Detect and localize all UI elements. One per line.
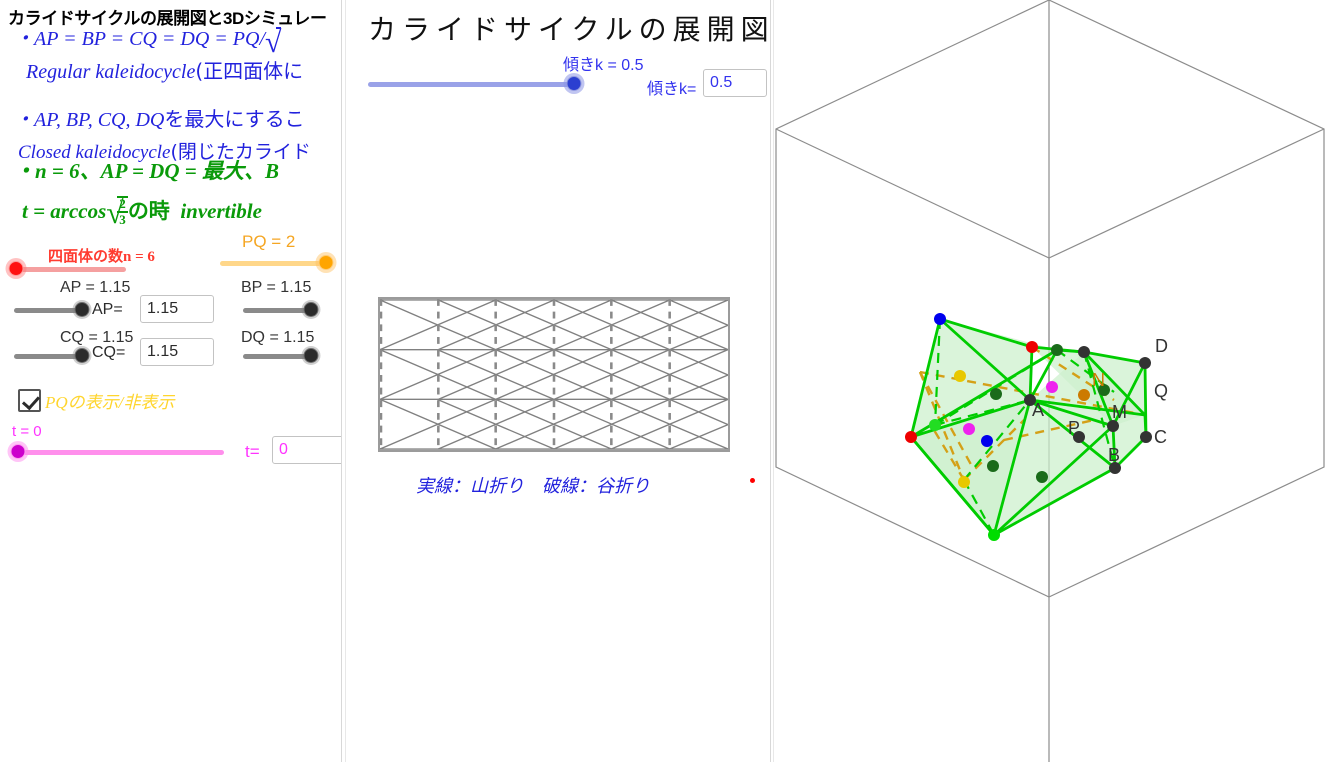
slider-n[interactable] [8,261,126,277]
note-line-5: ・n = 6、AP = DQ = 最大、B [14,159,279,183]
net-legend-caption: 実線：山折り 破線：谷折り [416,476,650,496]
pq-visibility-label: PQの表示/非表示 [45,393,175,412]
net-svg [380,299,728,450]
slider-dq-knob[interactable] [303,348,319,363]
slider-dq-caption: DQ = 1.15 [241,329,315,346]
kaleidocycle-3d-scene[interactable]: A B C D M N P Q [774,0,1331,762]
vertex-darkgreen-4 [1036,471,1048,483]
vertex-yellow-lower [958,476,970,488]
slider-pq-caption: PQ = 2 [242,232,296,251]
slider-t-track[interactable] [14,450,224,455]
vertex-red-left [905,431,917,443]
note-line-3: ・AP, BP, CQ, DQを最大にするこ [14,107,305,131]
slider-k-knob[interactable] [566,76,582,91]
slider-t-caption: t = 0 [12,423,42,440]
ap-input-label: AP= [92,301,123,318]
slider-bp[interactable] [243,302,319,318]
slider-bp-knob[interactable] [303,302,319,317]
vertex-darkgreen-3 [987,460,999,472]
label-P: P [1068,418,1080,438]
label-C: C [1154,427,1167,447]
vertex-green-left [929,419,941,431]
vertex-darkgreen-2 [990,388,1002,400]
cq-input-field[interactable]: 1.15 [140,338,214,366]
vertex-blue-mid [981,435,993,447]
slider-n-knob[interactable] [8,261,24,276]
slider-cq-knob[interactable] [74,348,90,363]
label-D: D [1155,336,1168,356]
panel-divider-2 [770,0,771,762]
label-Q: Q [1154,381,1168,401]
vertex-D2 [1139,357,1151,369]
label-A: A [1032,400,1044,420]
pq-visibility-checkbox-row[interactable]: PQの表示/非表示 [18,388,174,413]
center-panel-title: カライドサイクルの展開図 [368,13,775,46]
vertex-darkgreen-1 [1051,344,1063,356]
slider-cq[interactable] [14,348,90,364]
cq-input-label: CQ= [92,344,126,361]
label-N: N [1092,370,1105,390]
label-B: B [1108,445,1120,465]
vertex-C [1140,431,1152,443]
slider-pq[interactable] [220,255,334,271]
slider-bp-caption: BP = 1.15 [241,279,312,296]
right-panel-3d-view[interactable]: A B C D M N P Q [774,0,1331,762]
vertex-yellow-upper [954,370,966,382]
slider-k-track[interactable] [368,82,578,87]
slider-pq-knob[interactable] [318,255,334,270]
checkmark-icon[interactable] [18,389,41,412]
slider-t[interactable] [10,444,224,460]
slider-k[interactable] [368,76,582,92]
app-root: カライドサイクルの展開図と3Dシミュレー ・AP = BP = CQ = DQ … [0,0,1331,762]
slider-ap[interactable] [14,302,90,318]
label-M: M [1112,402,1127,422]
slider-k-caption: 傾きk = 0.5 [563,57,644,74]
vertex-magenta-left [963,423,975,435]
t-input-label: t= [245,442,260,461]
three-d-svg[interactable]: A B C D M N P Q [774,0,1331,762]
note-line-2: Regular kaleidocycle(正四面体に [26,59,304,83]
note-line-6: t = arccos23の時 invertible [22,195,262,231]
slider-pq-track[interactable] [220,261,328,266]
slider-ap-caption: AP = 1.15 [60,279,131,296]
vertex-D [1078,346,1090,358]
axis-frame [775,0,1325,762]
slider-t-knob[interactable] [10,444,26,459]
k-input-label: 傾きk= [647,81,697,98]
note-line-1: ・AP = BP = CQ = DQ = PQ/ [14,22,281,60]
slider-ap-knob[interactable] [74,302,90,317]
kaleidocycle-net-diagram [378,297,730,452]
vertex-blue-top [934,313,946,325]
vertex-magenta-mid [1046,381,1058,393]
vertex-red-top [1026,341,1038,353]
k-input-field[interactable]: 0.5 [703,69,767,97]
slider-n-track[interactable] [14,267,126,272]
vertex-green-bottom [988,529,1000,541]
ap-input-field[interactable]: 1.15 [140,295,214,323]
red-marker-dot [750,478,755,483]
panel-divider-1 [341,0,342,762]
t-input-field[interactable]: 0 [272,436,341,464]
left-panel: カライドサイクルの展開図と3Dシミュレー ・AP = BP = CQ = DQ … [0,0,341,762]
panel-divider-1b [345,0,346,762]
vertex-N [1078,389,1090,401]
slider-dq[interactable] [243,348,319,364]
